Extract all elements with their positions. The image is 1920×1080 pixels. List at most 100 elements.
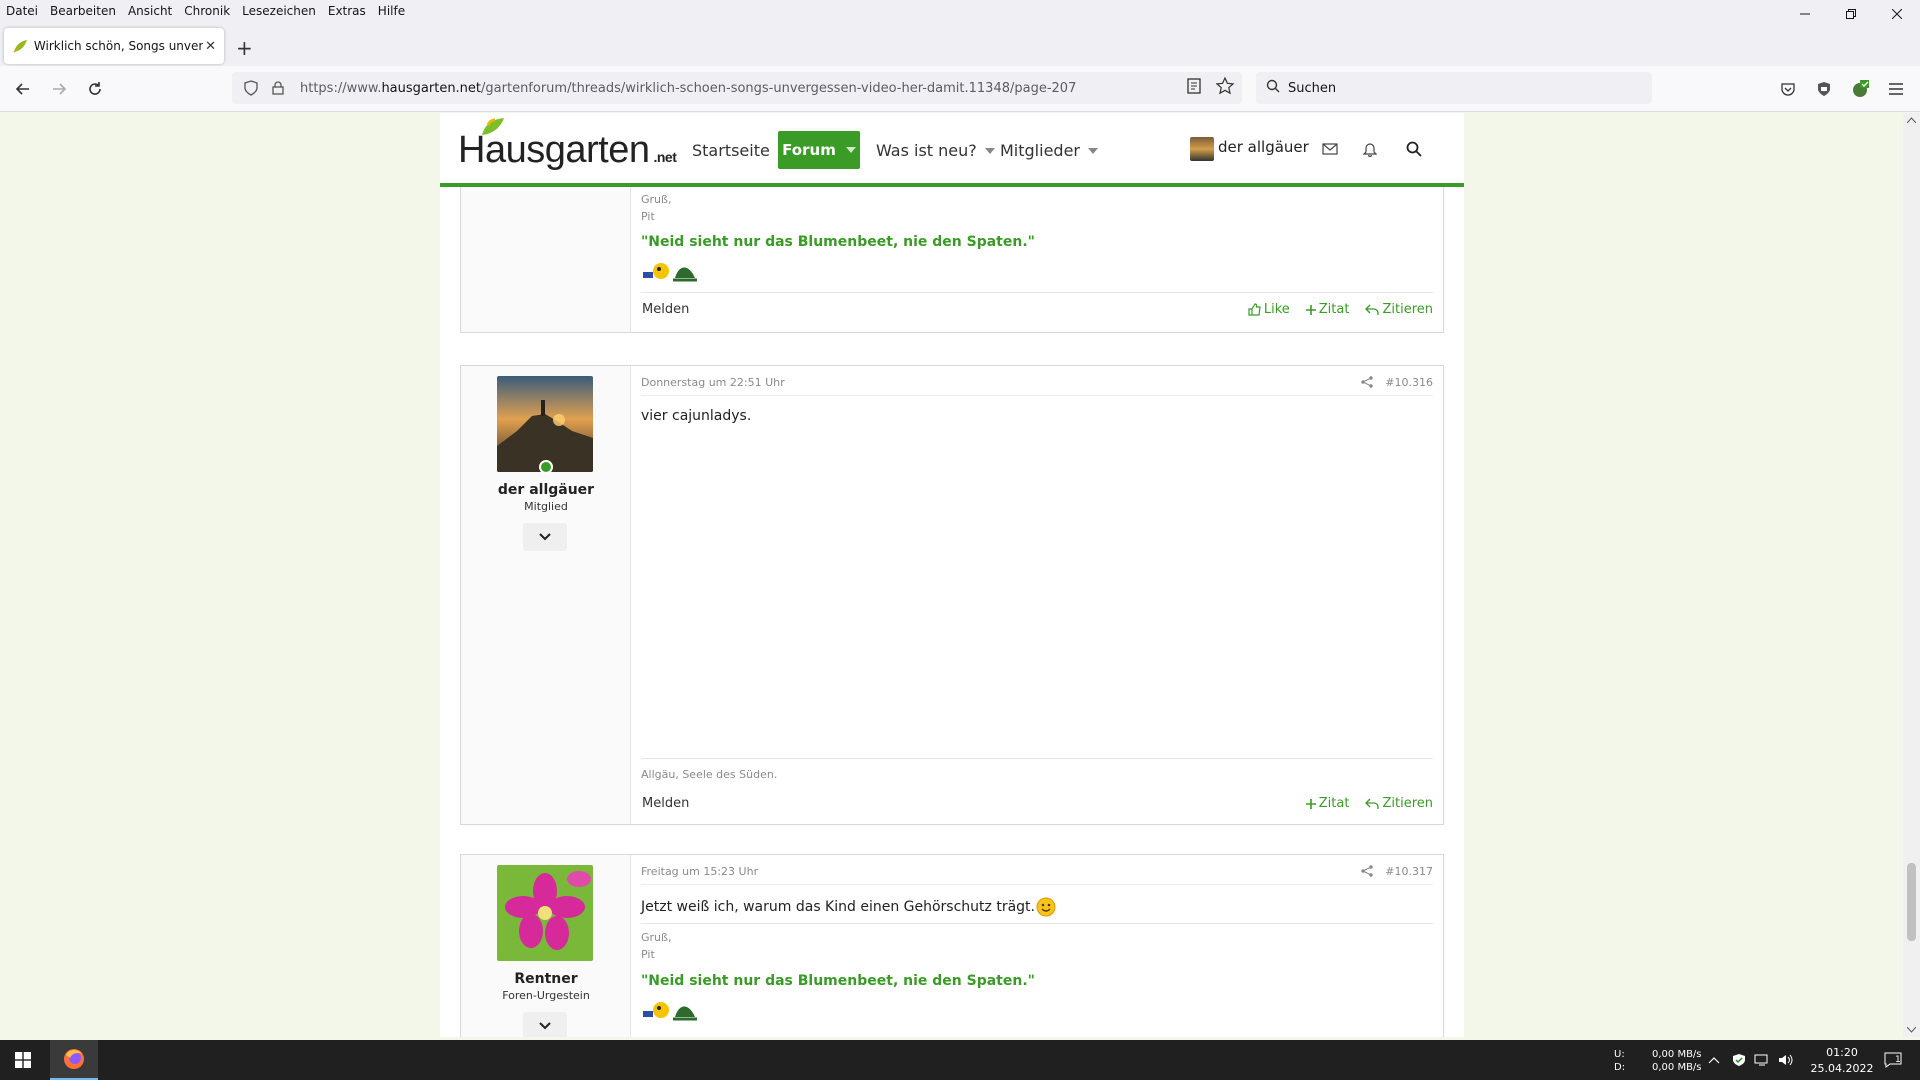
inbox-icon[interactable] [1318, 137, 1342, 161]
whats-new-caret-icon [984, 147, 995, 154]
close-tab-icon[interactable]: ✕ [205, 39, 216, 54]
reload-icon[interactable] [82, 76, 108, 102]
notifications-bell-icon[interactable] [1358, 137, 1382, 161]
post-10316-report-link[interactable]: Melden [642, 796, 689, 811]
forum-caret-icon [845, 147, 856, 153]
reply-icon [1365, 798, 1380, 809]
post-10316-role: Mitglied [524, 500, 568, 513]
pocket-icon[interactable] [1776, 77, 1800, 101]
post-10316-number[interactable]: #10.316 [1385, 376, 1433, 389]
gardener-smiley-icon [643, 263, 697, 282]
clock-time[interactable]: 01:20 [1818, 1046, 1866, 1059]
active-tab[interactable]: Wirklich schön, Songs unvergessen ✕ [4, 28, 224, 64]
post-10317-usercell: Rentner Foren-Urgestein [461, 855, 631, 1037]
nav-members[interactable]: Mitglieder [1000, 141, 1098, 160]
privacy-extension-icon[interactable] [1812, 77, 1836, 101]
menu-bearbeiten[interactable]: Bearbeiten [50, 4, 116, 18]
page-viewport: Hausgarten .net Startseite Forum Was ist … [0, 113, 1903, 1037]
post-10316-usercell: der allgäuer Mitglied [461, 366, 631, 824]
post-10317-expand-userinfo[interactable] [523, 1012, 567, 1037]
post-10316-main: Donnerstag um 22:51 Uhr #10.316 vier caj… [641, 366, 1433, 824]
nav-whats-new[interactable]: Was ist neu? [876, 141, 995, 160]
post-10316-actions: Zitat Zitieren [1305, 796, 1433, 811]
hamburger-menu-icon[interactable] [1884, 77, 1908, 101]
site-header: Hausgarten .net Startseite Forum Was ist … [440, 113, 1464, 187]
search-icon [1266, 79, 1280, 97]
avatar-der-allgaeuer[interactable] [497, 376, 593, 472]
page-scrollbar[interactable] [1903, 113, 1920, 1037]
avatar-rentner[interactable] [497, 865, 593, 961]
new-tab-icon[interactable]: + [236, 36, 253, 60]
scroll-down-icon[interactable] [1907, 1027, 1916, 1033]
nav-forum-button[interactable]: Forum [778, 131, 860, 169]
site-content-column: Hausgarten .net Startseite Forum Was ist … [440, 113, 1464, 1037]
scrollbar-thumb[interactable] [1907, 863, 1916, 941]
header-user-avatar[interactable] [1190, 137, 1214, 161]
windows-start-icon[interactable] [0, 1040, 46, 1080]
post-10317-author[interactable]: Rentner [461, 971, 631, 987]
notification-count: 1 [1895, 1055, 1901, 1065]
menu-chronik[interactable]: Chronik [184, 4, 230, 18]
post-10316-header: Donnerstag um 22:51 Uhr #10.316 [641, 374, 1433, 396]
post-previous-greeting: Gruß, [641, 193, 672, 206]
clock-date[interactable]: 25.04.2022 [1804, 1062, 1880, 1075]
menu-ansicht[interactable]: Ansicht [128, 4, 172, 18]
post-previous-report-link[interactable]: Melden [642, 302, 689, 317]
members-caret-icon [1088, 147, 1098, 154]
account-extension-icon[interactable] [1848, 77, 1872, 101]
zitat-button[interactable]: Zitat [1305, 302, 1349, 317]
bookmark-star-icon[interactable] [1215, 76, 1235, 99]
post-10317-header: Freitag um 15:23 Uhr #10.317 [641, 863, 1433, 885]
lock-icon[interactable] [272, 81, 294, 95]
url-bar[interactable]: https://www.hausgarten.net/gartenforum/t… [232, 72, 1242, 104]
header-username[interactable]: der allgäuer [1218, 138, 1309, 156]
scroll-up-icon[interactable] [1907, 117, 1916, 123]
notification-center-icon[interactable]: 1 [1884, 1040, 1902, 1080]
menu-extras[interactable]: Extras [328, 4, 366, 18]
tray-overflow-icon[interactable] [1708, 1040, 1720, 1080]
post-10317-role: Foren-Urgestein [502, 989, 590, 1002]
hausgarten-favicon-icon [13, 40, 27, 53]
zitieren-button[interactable]: Zitieren [1365, 796, 1433, 811]
gardener-smiley-icon [643, 1002, 697, 1021]
url-text: https://www.hausgarten.net/gartenforum/t… [300, 80, 1077, 96]
post-10316-date[interactable]: Donnerstag um 22:51 Uhr [641, 376, 785, 389]
post-10317-date[interactable]: Freitag um 15:23 Uhr [641, 865, 758, 878]
menu-lesezeichen[interactable]: Lesezeichen [242, 4, 316, 18]
smiley-emoji-icon [1036, 897, 1056, 917]
firefox-taskbar-icon[interactable] [50, 1040, 98, 1080]
post-10317-signature-name: Pit [641, 948, 655, 961]
share-icon[interactable] [1361, 865, 1373, 880]
post-10316: der allgäuer Mitglied Donnerstag um 22:5… [460, 365, 1444, 825]
post-10316-expand-userinfo[interactable] [523, 523, 567, 551]
thumbs-up-icon [1248, 303, 1261, 316]
site-search-icon[interactable] [1402, 137, 1426, 161]
chevron-down-icon [539, 1022, 551, 1030]
share-icon[interactable] [1361, 376, 1373, 391]
post-10316-author[interactable]: der allgäuer [461, 482, 631, 498]
forward-icon[interactable] [46, 76, 72, 102]
menu-datei[interactable]: Datei [6, 4, 38, 18]
net-down-speed: 0,00 MB/s [1652, 1062, 1702, 1073]
post-previous-signature-name: Pit [641, 210, 655, 223]
chevron-down-icon [539, 533, 551, 541]
zitieren-button[interactable]: Zitieren [1365, 302, 1433, 317]
like-button[interactable]: Like [1248, 302, 1290, 317]
back-icon[interactable] [10, 76, 36, 102]
post-10317-body: Jetzt weiß ich, warum das Kind einen Geh… [641, 899, 1035, 915]
post-10317-greeting: Gruß, [641, 931, 672, 944]
navigation-toolbar: https://www.hausgarten.net/gartenforum/t… [0, 66, 1920, 112]
site-logo[interactable]: Hausgarten .net [458, 118, 677, 172]
tracking-shield-icon[interactable] [244, 80, 266, 96]
zitat-button[interactable]: Zitat [1305, 796, 1349, 811]
search-bar[interactable]: Suchen [1256, 72, 1652, 104]
nav-startseite[interactable]: Startseite [692, 141, 770, 160]
network-tray-icon[interactable] [1754, 1040, 1770, 1080]
menu-hilfe[interactable]: Hilfe [378, 4, 405, 18]
post-10317-number[interactable]: #10.317 [1385, 865, 1433, 878]
windows-taskbar: U: D: 0,00 MB/s 0,00 MB/s 01:20 25.04.20… [0, 1040, 1920, 1080]
net-down-label: D: [1614, 1062, 1626, 1073]
defender-tray-icon[interactable] [1732, 1040, 1746, 1080]
volume-tray-icon[interactable] [1778, 1040, 1794, 1080]
reader-view-icon[interactable] [1186, 77, 1202, 99]
